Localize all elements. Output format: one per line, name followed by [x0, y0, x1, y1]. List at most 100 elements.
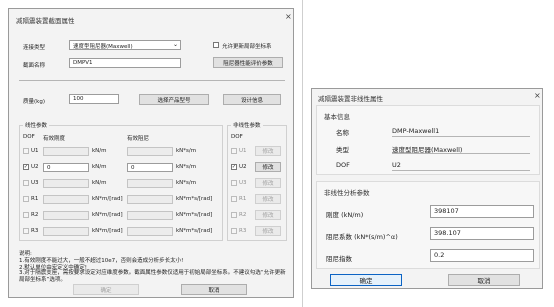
dof-label: R1	[31, 196, 39, 202]
stiffness-input[interactable]	[43, 211, 89, 220]
dof-label: DOF	[336, 161, 350, 169]
connect-type-label: 连接类型	[23, 45, 46, 51]
stiffness-input[interactable]	[43, 227, 89, 236]
note-3: 3.对于隔震支座，需按要求设定对应维度参数。截面属性参数仅适用于初始局部坐标系。…	[19, 270, 286, 283]
stiffness-input[interactable]: 0	[43, 163, 89, 172]
nonlinear-checkbox[interactable]	[231, 148, 237, 154]
vertical-separator	[302, 0, 303, 307]
cancel-button[interactable]: 取消	[448, 274, 520, 286]
dof-label: U1	[31, 148, 39, 154]
damping-input[interactable]	[127, 179, 173, 188]
design-info-button[interactable]: 设计信息	[223, 94, 281, 105]
dof-underline	[392, 170, 530, 171]
nonlinear-checkbox[interactable]	[231, 228, 237, 234]
ok-button[interactable]: 确定	[330, 274, 402, 286]
stiffness-unit: kN/m	[92, 148, 107, 154]
dof-header: DOF	[23, 134, 35, 140]
nonlinear-properties-dialog: 减隔震装置非线性属性 × 基本信息 名称 DMP-Maxwell1 类型 速度型…	[311, 88, 543, 289]
dof-label: U2	[31, 164, 39, 170]
ok-button[interactable]: 确定	[73, 284, 139, 295]
linear-params-label: 线性参数	[23, 121, 50, 129]
nonlinear-checkbox[interactable]	[231, 196, 237, 202]
modify-button[interactable]: 修改	[255, 194, 281, 204]
modify-button[interactable]: 修改	[255, 146, 281, 156]
eff-damping-header: 有效阻尼	[127, 136, 150, 142]
damping-unit: kN*s/m	[176, 148, 197, 154]
cancel-button[interactable]: 取消	[181, 284, 247, 295]
mass-input[interactable]: 100	[69, 94, 119, 104]
stiffness-unit: kN*m/[rad]	[92, 212, 123, 218]
damping-unit: kN*m*s/[rad]	[176, 228, 213, 234]
dof-checkbox[interactable]	[23, 212, 29, 218]
damping-unit: kN*m*s/[rad]	[176, 196, 213, 202]
dof-label: R3	[31, 228, 39, 234]
damping-unit: kN*s/m	[176, 164, 197, 170]
nonlinear-dof-label: U2	[239, 164, 247, 170]
dof-checkbox[interactable]	[23, 148, 29, 154]
section-name-label: 截面名称	[23, 63, 46, 69]
damping-input[interactable]	[127, 195, 173, 204]
damping-unit: kN*s/m	[176, 180, 197, 186]
nonlinear-dof-label: R1	[239, 196, 247, 202]
select-product-button[interactable]: 选择产品型号	[139, 94, 209, 105]
damping-coef-input[interactable]: 398.107	[430, 227, 534, 240]
chevron-down-icon: ⌄	[172, 41, 178, 48]
name-label: 名称	[336, 129, 349, 137]
nonlinear-dof-label: U3	[239, 180, 247, 186]
nonlinear-checkbox[interactable]	[231, 180, 237, 186]
stiffness-unit: kN/m	[92, 180, 107, 186]
damping-unit: kN*m*s/[rad]	[176, 212, 213, 218]
nl-params-title: 非线性分析参数	[324, 189, 370, 197]
dof-label: U3	[31, 180, 39, 186]
nonlinear-checkbox[interactable]: ✓	[231, 164, 237, 170]
modify-button[interactable]: 修改	[255, 226, 281, 236]
divider	[19, 80, 285, 81]
damping-input[interactable]	[127, 227, 173, 236]
name-value: DMP-Maxwell1	[392, 127, 440, 135]
basic-info-title: 基本信息	[324, 113, 350, 121]
damper-eval-button[interactable]: 阻尼器性能评价参数	[213, 57, 283, 68]
mass-label: 质量(kg)	[23, 99, 45, 105]
dof-checkbox[interactable]	[23, 228, 29, 234]
damping-exp-input[interactable]: 0.2	[430, 249, 534, 262]
close-icon[interactable]: ×	[285, 13, 292, 21]
stiffness-input[interactable]	[43, 195, 89, 204]
dialog-title: 减隔震装置截面属性	[16, 17, 75, 25]
damping-coef-label: 阻尼系数 (kN*(s/m)^α)	[326, 233, 398, 241]
stiffness-input[interactable]	[43, 147, 89, 156]
nonlinear-dof-label: R3	[239, 228, 247, 234]
allow-local-coords-checkbox[interactable]	[213, 42, 219, 48]
name-underline	[392, 136, 530, 137]
type-label: 类型	[336, 146, 349, 154]
modify-button[interactable]: 修改	[255, 178, 281, 188]
modify-button[interactable]: 修改	[255, 162, 281, 172]
dof-checkbox[interactable]	[23, 180, 29, 186]
stiffness-input[interactable]: 398107	[430, 205, 534, 218]
allow-local-coords-label: 允许更新局部坐标系	[222, 44, 272, 50]
damping-input[interactable]	[127, 147, 173, 156]
stiffness-unit: kN*m/[rad]	[92, 196, 123, 202]
section-properties-dialog: 减隔震装置截面属性 × 连接类型 速度型阻尼器(Maxwell) ⌄ 允许更新局…	[8, 8, 294, 298]
section-name-input[interactable]: DMPV1	[69, 58, 181, 68]
modify-button[interactable]: 修改	[255, 210, 281, 220]
eff-stiffness-header: 有效刚度	[43, 136, 66, 142]
nonlinear-dof-label: R2	[239, 212, 247, 218]
connect-type-select[interactable]: 速度型阻尼器(Maxwell) ⌄	[69, 40, 181, 50]
stiffness-input[interactable]	[43, 179, 89, 188]
dof-checkbox[interactable]	[23, 196, 29, 202]
dialog-title: 减隔震装置非线性属性	[318, 95, 383, 103]
stiffness-label: 刚度 (kN/m)	[326, 211, 364, 219]
nonlinear-checkbox[interactable]	[231, 212, 237, 218]
damping-input[interactable]: 0	[127, 163, 173, 172]
connect-type-value: 速度型阻尼器(Maxwell)	[73, 44, 133, 50]
stiffness-unit: kN*m/[rad]	[92, 228, 123, 234]
nonlinear-params-label: 非线性参数	[231, 121, 263, 129]
dof-value: U2	[392, 161, 401, 169]
dof-checkbox[interactable]: ✓	[23, 164, 29, 170]
damping-input[interactable]	[127, 211, 173, 220]
dof-label: R2	[31, 212, 39, 218]
close-icon[interactable]: ×	[534, 92, 541, 100]
nonlinear-dof-header: DOF	[231, 134, 243, 140]
nonlinear-dof-label: U1	[239, 148, 247, 154]
stiffness-unit: kN/m	[92, 164, 107, 170]
